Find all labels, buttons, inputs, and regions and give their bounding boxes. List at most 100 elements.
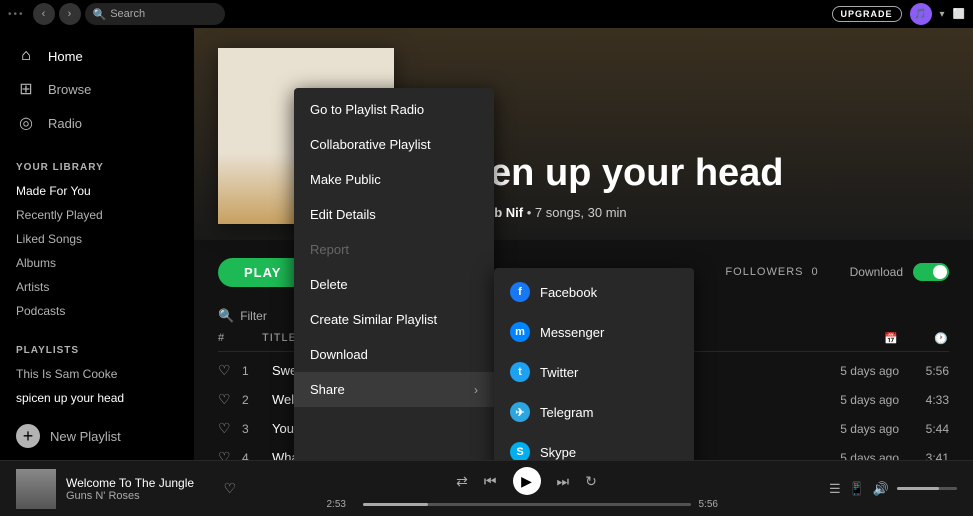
search-bar[interactable]: 🔍 Search [85,3,225,25]
filter-icon: 🔍 [218,308,234,324]
menu-item-make-public[interactable]: Make Public [294,162,494,197]
player-names: Welcome To The Jungle Guns N' Roses [66,476,213,502]
progress-track[interactable] [363,503,691,506]
like-icon[interactable]: ♡ [218,449,234,460]
chevron-down-icon[interactable]: ▾ [940,9,945,20]
volume-bar[interactable] [897,487,957,490]
menu-item-edit-details[interactable]: Edit Details [294,197,494,232]
track-date: 5 days ago [774,364,899,378]
repeat-button[interactable]: ↻ [585,473,597,490]
track-duration: 5:56 [899,364,949,378]
player-extra-controls: ☰ 📱 🔊 [817,481,957,497]
share-item-messenger[interactable]: m Messenger [494,312,694,352]
context-menu: Go to Playlist Radio Collaborative Playl… [294,88,494,460]
bottom-player: Welcome To The Jungle Guns N' Roses ♡ ⇄ … [0,460,973,516]
skype-icon: S [510,442,530,460]
devices-icon[interactable]: 📱 [849,481,865,497]
progress-fill [363,503,429,506]
track-number: 4 [242,451,272,461]
duration-header: 🕐 [899,332,949,345]
sidebar-playlist-this-is-sam-cooke[interactable]: This Is Sam Cooke [0,362,194,386]
share-item-facebook[interactable]: f Facebook [494,272,694,312]
track-date: 5 days ago [774,393,899,407]
track-num-header: # [218,332,262,345]
home-icon: ⌂ [16,47,36,65]
track-number: 3 [242,422,272,436]
sidebar-item-albums[interactable]: Albums [0,251,194,275]
sidebar-label-radio: Radio [48,116,82,131]
like-icon[interactable]: ♡ [218,391,234,408]
facebook-icon: f [510,282,530,302]
context-menu-overlay: Go to Playlist Radio Collaborative Playl… [294,88,694,460]
messenger-icon: m [510,322,530,342]
track-date: 5 days ago [774,451,899,461]
new-playlist-label: New Playlist [50,429,121,444]
shuffle-button[interactable]: ⇄ [456,473,468,490]
sidebar-item-liked-songs[interactable]: Liked Songs [0,227,194,251]
upgrade-button[interactable]: UPGRADE [832,6,902,22]
followers-count: 0 [812,266,818,278]
share-arrow-icon: › [474,383,478,397]
player-buttons: ⇄ ⏮ ▶ ⏭ ↻ [456,467,597,495]
sidebar-item-radio[interactable]: ◎ Radio [0,106,194,140]
nav-forward-button[interactable]: › [59,3,81,25]
share-item-telegram[interactable]: ✈ Telegram [494,392,694,432]
telegram-icon: ✈ [510,402,530,422]
sidebar-item-home[interactable]: ⌂ Home [0,40,194,72]
menu-item-create-similar-playlist[interactable]: Create Similar Playlist [294,302,494,337]
player-thumbnail [16,469,56,509]
followers-label: FOLLOWERS [725,266,803,278]
player-song-name: Welcome To The Jungle [66,476,213,490]
download-toggle[interactable] [913,263,949,281]
share-submenu: f Facebook m Messenger t Twitter ✈ Teleg… [494,268,694,460]
filter-label: Filter [240,309,267,323]
previous-button[interactable]: ⏮ [484,473,497,490]
play-pause-button[interactable]: ▶ [513,467,541,495]
sidebar-label-browse: Browse [48,82,91,97]
track-duration: 3:41 [899,451,949,461]
menu-item-delete[interactable]: Delete [294,267,494,302]
current-time: 2:53 [327,499,355,510]
player-artist-name: Guns N' Roses [66,490,213,502]
nav-back-button[interactable]: ‹ [33,3,55,25]
sidebar-nav: ⌂ Home ⊞ Browse ◎ Radio [0,28,194,148]
next-button[interactable]: ⏭ [557,473,570,490]
queue-icon[interactable]: ☰ [829,481,841,497]
share-item-skype[interactable]: S Skype [494,432,694,460]
player-like-icon[interactable]: ♡ [223,480,236,497]
share-twitter-label: Twitter [540,365,578,380]
track-duration: 4:33 [899,393,949,407]
search-icon: 🔍 [93,8,107,21]
track-duration: 5:44 [899,422,949,436]
menu-item-collaborative-playlist[interactable]: Collaborative Playlist [294,127,494,162]
top-bar: ••• ‹ › 🔍 Search UPGRADE 🎵 ▾ ⬜ [0,0,973,28]
menu-item-go-to-playlist-radio[interactable]: Go to Playlist Radio [294,92,494,127]
total-time: 5:56 [699,499,727,510]
sidebar-item-recently-played[interactable]: Recently Played [0,203,194,227]
sidebar-item-browse[interactable]: ⊞ Browse [0,72,194,106]
menu-item-share[interactable]: Share › [294,372,494,407]
window-controls: ⬜ [953,9,965,20]
like-icon[interactable]: ♡ [218,420,234,437]
progress-bar[interactable]: 2:53 5:56 [327,499,727,510]
menu-item-download[interactable]: Download [294,337,494,372]
new-playlist-button[interactable]: + New Playlist [0,410,194,456]
share-skype-label: Skype [540,445,576,460]
avatar[interactable]: 🎵 [910,3,932,25]
twitter-icon: t [510,362,530,382]
share-item-twitter[interactable]: t Twitter [494,352,694,392]
player-controls: ⇄ ⏮ ▶ ⏭ ↻ 2:53 5:56 [248,467,805,510]
volume-fill [897,487,939,490]
sidebar-item-podcasts[interactable]: Podcasts [0,299,194,323]
toggle-knob [933,265,947,279]
volume-icon: 🔊 [873,481,889,497]
sidebar: ⌂ Home ⊞ Browse ◎ Radio YOUR LIBRARY Mad… [0,28,194,460]
sidebar-item-made-for-you[interactable]: Made For You [0,179,194,203]
sidebar-playlist-spicen-up-your-head[interactable]: spicen up your head [0,386,194,410]
download-label: Download [850,265,903,279]
right-content: PLAYLIST spicen up your head Created by … [194,28,973,460]
avatar-area: 🎵 ▾ [910,3,945,25]
sidebar-item-artists[interactable]: Artists [0,275,194,299]
sidebar-label-home: Home [48,49,83,64]
like-icon[interactable]: ♡ [218,362,234,379]
